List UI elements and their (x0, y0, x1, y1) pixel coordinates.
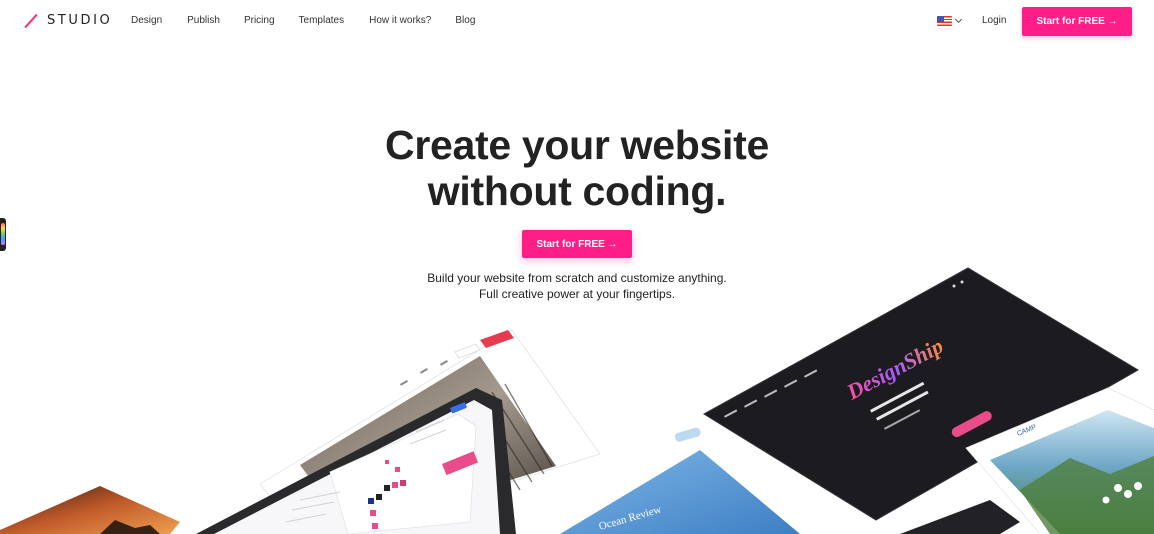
hero-title-line-2: without coding. (427, 168, 727, 214)
studio-logo[interactable]: STUDIO (24, 13, 112, 28)
template-showcase: Ocean Review DesignShip CAMP (0, 260, 1154, 534)
small-dark-card (900, 500, 1020, 534)
nav-link-publish[interactable]: Publish (187, 15, 220, 26)
nav-links: Design Publish Pricing Templates How it … (131, 15, 499, 26)
nav-link-pricing[interactable]: Pricing (244, 15, 275, 26)
nav-link-blog[interactable]: Blog (455, 15, 475, 26)
nav-link-how-it-works[interactable]: How it works? (369, 15, 431, 26)
hero-title: Create your website without coding. (0, 122, 1154, 214)
side-feedback-tab[interactable] (0, 218, 6, 251)
hero-title-line-1: Create your website (385, 122, 769, 168)
nav-link-design[interactable]: Design (131, 15, 162, 26)
top-navigation: STUDIO Design Publish Pricing Templates … (0, 0, 1154, 42)
login-link[interactable]: Login (982, 15, 1006, 26)
laptop-editor-mockup (196, 388, 516, 534)
nav-link-templates[interactable]: Templates (299, 15, 345, 26)
start-free-hero-button[interactable]: Start for FREE → (522, 230, 632, 258)
logo-slash-icon (24, 14, 38, 28)
us-flag-icon (937, 16, 952, 26)
sunset-template-card (0, 486, 180, 534)
logo-text: STUDIO (47, 13, 113, 28)
showcase-illustration: Ocean Review DesignShip CAMP (0, 267, 1154, 534)
start-free-nav-button[interactable]: Start for FREE → (1022, 7, 1132, 36)
language-selector[interactable] (937, 15, 963, 26)
chevron-down-icon (954, 15, 963, 24)
